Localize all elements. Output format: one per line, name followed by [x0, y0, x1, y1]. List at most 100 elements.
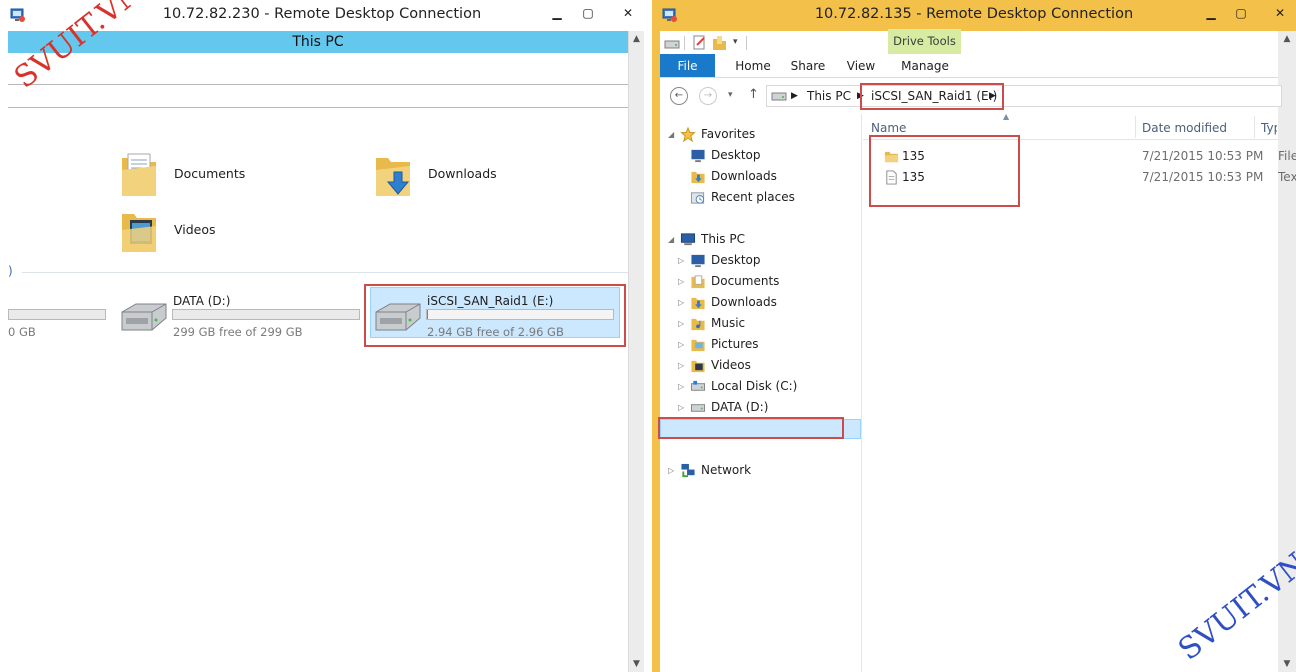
nav-network[interactable]: ▷ Network: [668, 460, 858, 481]
close-button[interactable]: ✕: [617, 3, 639, 23]
collapsed-chevron-icon[interactable]: ▷: [678, 271, 688, 292]
scroll-down-icon[interactable]: ▼: [629, 656, 644, 672]
local-disk-icon: [690, 380, 706, 391]
highlight-box-address: [860, 83, 1004, 110]
collapsed-chevron-icon[interactable]: ▷: [668, 460, 678, 481]
expanded-chevron-icon[interactable]: ◢: [668, 124, 678, 145]
breadcrumb-chevron-icon[interactable]: ▶: [791, 91, 798, 101]
drive-data-d[interactable]: DATA (D:) 299 GB free of 299 GB: [118, 290, 363, 346]
scroll-down-icon[interactable]: ▼: [1278, 656, 1296, 672]
minimize-button[interactable]: ▁: [1200, 3, 1222, 23]
drive-icon: [664, 40, 680, 49]
file-date: 7/21/2015 10:53 PM: [1142, 149, 1264, 163]
address-bar[interactable]: ▶ This PC ▶ iSCSI_SAN_Raid1 (E:) ▶: [766, 85, 1282, 107]
quick-access-toolbar: ▾: [660, 31, 1278, 54]
right-title-bar[interactable]: 10.72.82.135 - Remote Desktop Connection…: [652, 0, 1296, 31]
nav-favorites-recent-places[interactable]: Recent places: [678, 187, 858, 208]
nav-label: Downloads: [711, 169, 777, 183]
nav-label: Local Disk (C:): [711, 379, 798, 393]
nav-label: Pictures: [711, 337, 759, 351]
highlight-box-files: [869, 135, 1020, 207]
back-arrow-icon[interactable]: ←: [670, 87, 688, 105]
recent-locations-chevron-down-icon[interactable]: ▾: [728, 90, 733, 100]
up-arrow-icon[interactable]: ↑: [748, 87, 759, 102]
music-icon: [691, 318, 705, 331]
folder-videos[interactable]: Videos: [120, 206, 370, 258]
nav-label: Videos: [711, 358, 751, 372]
tab-file[interactable]: File: [660, 54, 715, 77]
nav-this-pc-desktop[interactable]: ▷ Desktop: [678, 250, 858, 271]
nav-this-pc-videos[interactable]: ▷ Videos: [678, 355, 858, 376]
nav-this-pc-music[interactable]: ▷ Music: [678, 313, 858, 334]
ribbon-tabs: File Home Share View Manage: [660, 54, 1278, 78]
tab-view[interactable]: View: [838, 54, 884, 77]
nav-label: This PC: [701, 232, 745, 246]
collapsed-chevron-icon[interactable]: ▷: [678, 334, 688, 355]
nav-label: Desktop: [711, 253, 761, 267]
collapsed-chevron-icon[interactable]: ▷: [678, 355, 688, 376]
file-type: File: [1278, 149, 1296, 163]
drive-usage-bar: [172, 309, 360, 320]
column-type[interactable]: Typ: [1261, 121, 1277, 135]
minimize-button[interactable]: ▁: [546, 3, 568, 23]
favorites-star-icon: [680, 127, 696, 142]
nav-favorites-downloads[interactable]: Downloads: [678, 166, 858, 187]
collapsed-chevron-icon[interactable]: ▷: [678, 397, 688, 418]
network-icon: [681, 463, 695, 478]
expanded-chevron-icon[interactable]: ◢: [668, 229, 678, 250]
collapsed-chevron-icon[interactable]: ▷: [678, 313, 688, 334]
customize-toolbar-icon[interactable]: ▾: [733, 37, 738, 47]
close-button[interactable]: ✕: [1269, 3, 1291, 23]
collapsed-chevron-icon[interactable]: ▷: [678, 250, 688, 271]
group-header-fragment[interactable]: ): [8, 264, 13, 278]
maximize-button[interactable]: ▢: [1230, 3, 1252, 23]
folder-downloads[interactable]: Downloads: [374, 150, 624, 202]
nav-favorites[interactable]: ◢ Favorites: [668, 124, 858, 145]
pictures-icon: [691, 339, 705, 352]
collapsed-chevron-icon[interactable]: ▷: [678, 292, 688, 313]
drive-tools-contextual-tab[interactable]: Drive Tools: [888, 29, 961, 54]
nav-this-pc-documents[interactable]: ▷ Documents: [678, 271, 858, 292]
nav-this-pc-pictures[interactable]: ▷ Pictures: [678, 334, 858, 355]
breadcrumb-this-pc[interactable]: This PC: [807, 89, 851, 103]
nav-favorites-desktop[interactable]: Desktop: [678, 145, 858, 166]
drive-c-partial[interactable]: 0 GB: [8, 290, 108, 346]
column-name[interactable]: Name: [871, 121, 906, 135]
toolbar-separator: [684, 36, 685, 50]
nav-this-pc[interactable]: ◢ This PC: [668, 229, 858, 250]
left-vertical-scrollbar[interactable]: ▲ ▼: [628, 31, 644, 672]
desktop-icon: [691, 254, 705, 268]
folder-documents[interactable]: Documents: [120, 150, 370, 202]
file-type: Tex: [1278, 170, 1296, 184]
drive-usage-bar: [8, 309, 106, 320]
forward-arrow-icon[interactable]: →: [699, 87, 717, 105]
maximize-button[interactable]: ▢: [577, 3, 599, 23]
address-strip[interactable]: [8, 84, 628, 108]
nav-label: Downloads: [711, 295, 777, 309]
tab-home[interactable]: Home: [728, 54, 778, 77]
properties-icon[interactable]: [692, 35, 707, 51]
file-date: 7/21/2015 10:53 PM: [1142, 170, 1264, 184]
highlight-box-nav-drive: [658, 417, 844, 439]
group-divider: [22, 272, 628, 273]
tab-manage[interactable]: Manage: [892, 54, 958, 77]
column-separator[interactable]: [1254, 116, 1255, 138]
column-date-modified[interactable]: Date modified: [1142, 121, 1227, 135]
collapsed-chevron-icon[interactable]: ▷: [678, 376, 688, 397]
new-folder-icon[interactable]: [712, 35, 727, 51]
folder-label: Videos: [174, 222, 216, 237]
drive-free-space: 0 GB: [8, 325, 36, 339]
nav-this-pc-local-disk-c[interactable]: ▷ Local Disk (C:): [678, 376, 858, 397]
left-frame: [0, 31, 8, 672]
scroll-up-icon[interactable]: ▲: [1278, 31, 1296, 47]
tab-share[interactable]: Share: [782, 54, 834, 77]
downloads-icon: [691, 297, 705, 310]
drive-icon: [690, 404, 706, 412]
drive-free-space: 299 GB free of 299 GB: [173, 325, 303, 339]
nav-this-pc-downloads[interactable]: ▷ Downloads: [678, 292, 858, 313]
nav-this-pc-data-d[interactable]: ▷ DATA (D:): [678, 397, 858, 418]
scroll-up-icon[interactable]: ▲: [629, 31, 644, 47]
column-separator[interactable]: [1135, 116, 1136, 138]
left-remote-desktop-window: 10.72.82.230 - Remote Desktop Connection…: [0, 0, 644, 672]
videos-icon: [691, 360, 705, 373]
